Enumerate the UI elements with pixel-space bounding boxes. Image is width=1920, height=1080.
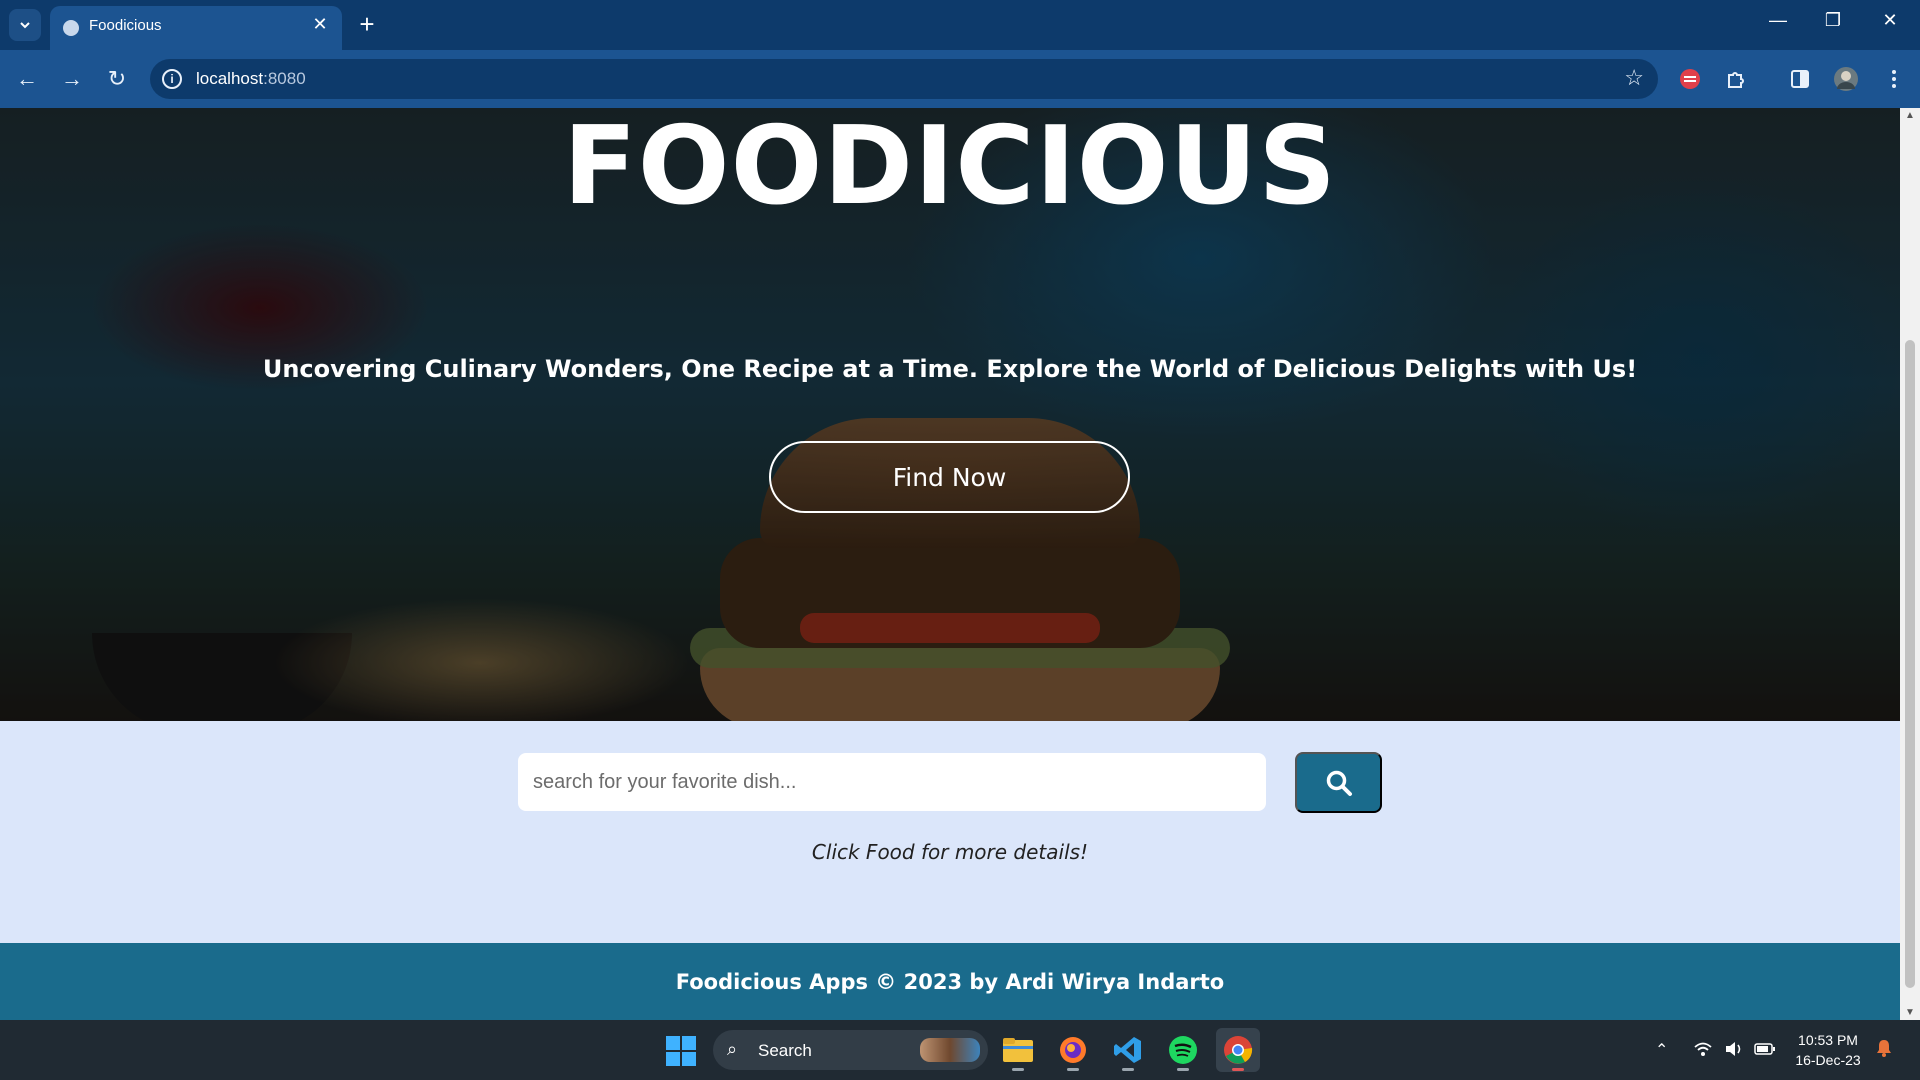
chrome-icon[interactable] (1216, 1028, 1260, 1072)
search-button[interactable] (1295, 752, 1382, 813)
scrollbar-thumb[interactable] (1905, 340, 1915, 988)
scroll-up-arrow[interactable]: ▲ (1900, 110, 1920, 121)
running-indicator (1232, 1068, 1244, 1071)
file-explorer-icon[interactable] (996, 1028, 1040, 1072)
site-info-icon[interactable]: i (162, 69, 182, 89)
hero-section: FOODICIOUS Uncovering Culinary Wonders, … (0, 108, 1900, 721)
search-highlight-image (920, 1038, 980, 1062)
extension-red-icon[interactable] (1678, 67, 1702, 91)
running-indicator (1012, 1068, 1024, 1071)
running-indicator (1067, 1068, 1079, 1071)
url-text: localhost:8080 (196, 69, 306, 88)
page-footer: Foodicious Apps © 2023 by Ardi Wirya Ind… (0, 943, 1900, 1020)
taskbar-search[interactable]: ⌕ Search (713, 1030, 988, 1070)
bookmark-star-icon[interactable]: ☆ (1624, 65, 1644, 91)
tab-search-button[interactable] (9, 9, 41, 41)
browser-toolbar: ← → ↻ i localhost:8080 ☆ (0, 50, 1920, 108)
find-now-button[interactable]: Find Now (769, 441, 1130, 513)
back-button[interactable]: ← (13, 65, 41, 93)
firefox-icon[interactable] (1051, 1028, 1095, 1072)
clock-date: 16-Dec-23 (1795, 1052, 1861, 1068)
profile-avatar[interactable] (1834, 67, 1858, 91)
os-taskbar: ⌕ Search ⌃ 10:53 PM 16-Dec-23 (0, 1020, 1920, 1080)
scroll-down-arrow[interactable]: ▼ (1900, 1007, 1920, 1018)
notification-bell-icon[interactable] (1875, 1038, 1893, 1058)
close-window-button[interactable]: ✕ (1875, 10, 1905, 31)
new-tab-button[interactable]: + (352, 8, 382, 40)
side-panel-icon[interactable] (1788, 67, 1812, 91)
search-input[interactable] (518, 753, 1266, 811)
clock-time: 10:53 PM (1798, 1032, 1858, 1048)
search-section: Click Food for more details! (0, 721, 1900, 943)
footer-text: Foodicious Apps © 2023 by Ardi Wirya Ind… (675, 969, 1225, 994)
browser-tab[interactable]: Foodicious ✕ (50, 6, 342, 50)
running-indicator (1177, 1068, 1189, 1071)
address-bar[interactable]: i localhost:8080 ☆ (150, 59, 1658, 99)
forward-button[interactable]: → (58, 65, 86, 93)
chevron-up-icon[interactable]: ⌃ (1655, 1040, 1668, 1060)
details-hint: Click Food for more details! (811, 840, 1089, 864)
tab-title: Foodicious (89, 17, 162, 34)
search-icon (1326, 770, 1352, 796)
close-tab-icon[interactable]: ✕ (310, 14, 330, 35)
globe-icon (63, 20, 79, 36)
extensions-puzzle-icon[interactable] (1724, 67, 1748, 91)
hero-tagline: Uncovering Culinary Wonders, One Recipe … (262, 355, 1638, 383)
chevron-down-icon (20, 22, 30, 29)
browser-tab-bar: Foodicious ✕ + — ❐ ✕ (0, 0, 1920, 50)
more-menu-icon[interactable] (1882, 67, 1906, 91)
vscode-icon[interactable] (1106, 1028, 1150, 1072)
system-clock[interactable]: 10:53 PM 16-Dec-23 (1790, 1030, 1866, 1070)
page-viewport: FOODICIOUS Uncovering Culinary Wonders, … (0, 108, 1900, 1020)
reload-button[interactable]: ↻ (103, 65, 131, 93)
volume-icon[interactable] (1724, 1040, 1744, 1058)
running-indicator (1122, 1068, 1134, 1071)
battery-icon[interactable] (1754, 1041, 1776, 1057)
windows-start-icon[interactable] (666, 1036, 696, 1066)
search-icon: ⌕ (727, 1039, 738, 1059)
restore-button[interactable]: ❐ (1818, 10, 1848, 31)
brand-title: FOODICIOUS (563, 108, 1337, 229)
wifi-icon[interactable] (1693, 1040, 1713, 1058)
page-scrollbar[interactable]: ▲ ▼ (1900, 108, 1920, 1020)
taskbar-search-label: Search (758, 1041, 812, 1060)
minimize-button[interactable]: — (1763, 10, 1793, 31)
spotify-icon[interactable] (1161, 1028, 1205, 1072)
